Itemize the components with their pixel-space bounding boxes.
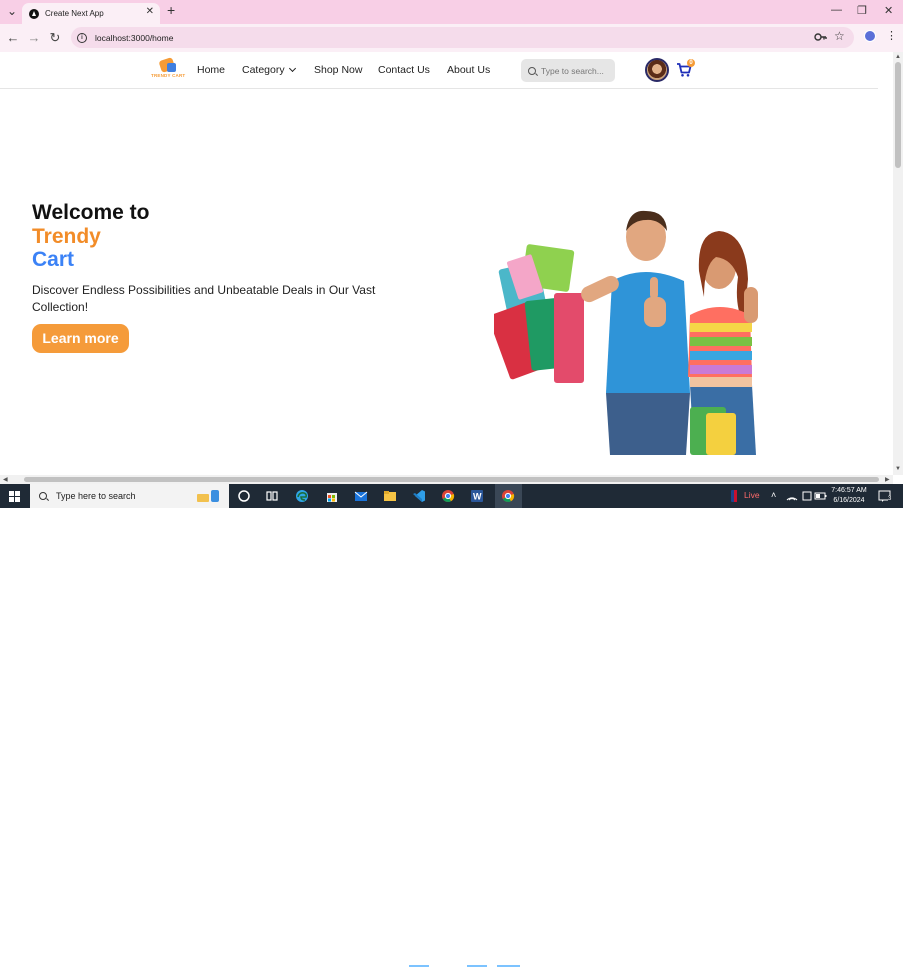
page-viewport: TRENDY CART Home Category Shop Now Conta… xyxy=(0,52,893,475)
tab-search-icon[interactable]: ⌄ xyxy=(7,4,17,18)
hero-title-line1: Welcome to xyxy=(32,201,150,224)
scroll-up-arrow-icon[interactable]: ▲ xyxy=(895,54,901,60)
word-icon[interactable]: W xyxy=(470,489,484,503)
cortana-icon[interactable] xyxy=(237,489,251,503)
chrome-active-icon[interactable] xyxy=(501,489,515,503)
nav-shop-now[interactable]: Shop Now xyxy=(314,64,362,76)
file-explorer-icon[interactable] xyxy=(383,489,397,503)
url-text: localhost:3000/home xyxy=(95,32,174,43)
site-search xyxy=(521,59,615,82)
taskbar-search[interactable]: Type here to search xyxy=(30,484,229,508)
chevron-up-icon[interactable]: ˄ xyxy=(771,490,776,500)
browser-toolbar: ← → ↻ i localhost:3000/home ☆ xyxy=(0,24,903,52)
scroll-right-arrow-icon[interactable]: ▶ xyxy=(885,476,890,483)
bookmark-star-icon[interactable]: ☆ xyxy=(834,29,845,43)
hero-subtitle: Discover Endless Possibilities and Unbea… xyxy=(32,283,376,314)
search-input[interactable] xyxy=(541,65,613,76)
browser-tab[interactable]: Create Next App ✕ xyxy=(22,3,160,24)
notification-count: 3 xyxy=(888,496,892,502)
network-icon[interactable] xyxy=(785,489,799,503)
cart-count-badge: 0 xyxy=(687,59,695,67)
logo-bag-icon xyxy=(167,63,176,72)
search-highlight-icon xyxy=(197,490,219,502)
forward-icon[interactable]: → xyxy=(26,30,42,45)
restore-icon[interactable]: ❐ xyxy=(857,4,867,17)
tab-title: Create Next App xyxy=(45,9,104,18)
scroll-down-arrow-icon[interactable]: ▼ xyxy=(895,466,901,472)
hero-title-line2: Trendy xyxy=(32,224,101,248)
site-info-icon[interactable]: i xyxy=(77,32,87,43)
windows-taskbar: Type here to search W Live ˄ 7:46:57 AM … xyxy=(0,484,903,967)
logo-text: TRENDY CART xyxy=(151,73,186,78)
user-avatar[interactable] xyxy=(645,58,669,82)
new-tab-button[interactable]: + xyxy=(167,2,175,18)
edge-icon[interactable] xyxy=(295,489,309,503)
back-icon[interactable]: ← xyxy=(5,30,21,45)
nav-home[interactable]: Home xyxy=(197,64,225,76)
nextjs-favicon-icon xyxy=(29,8,39,19)
storage-icon[interactable] xyxy=(800,489,814,503)
microsoft-store-icon[interactable] xyxy=(325,489,339,503)
window-close-icon[interactable]: ✕ xyxy=(884,4,893,17)
taskbar-search-placeholder: Type here to search xyxy=(56,491,136,501)
chrome-icon[interactable] xyxy=(441,489,455,503)
browser-menu-icon[interactable]: ⋮ xyxy=(886,29,897,42)
clock-date: 6/16/2024 xyxy=(833,497,865,504)
profile-avatar-icon[interactable] xyxy=(864,30,876,42)
hero-shoppers-image xyxy=(494,210,758,455)
tab-close-icon[interactable]: ✕ xyxy=(146,6,154,17)
site-navbar: TRENDY CART Home Category Shop Now Conta… xyxy=(0,52,878,89)
address-bar[interactable]: i localhost:3000/home xyxy=(71,27,854,48)
scroll-left-arrow-icon[interactable]: ◀ xyxy=(3,476,8,483)
learn-more-button[interactable]: Learn more xyxy=(32,324,129,353)
password-key-icon[interactable] xyxy=(814,32,827,42)
hero-title: Welcome to Trendy Cart xyxy=(32,201,149,272)
nav-contact-us[interactable]: Contact Us xyxy=(378,64,430,76)
reload-icon[interactable]: ↻ xyxy=(47,30,63,46)
svg-text:W: W xyxy=(473,492,482,502)
chevron-down-icon xyxy=(288,64,296,73)
task-view-icon[interactable] xyxy=(265,489,279,503)
search-icon xyxy=(528,66,536,75)
trendy-cart-logo[interactable]: TRENDY CART xyxy=(151,57,186,83)
clock-time: 7:46:57 AM xyxy=(831,487,867,494)
nav-about-us[interactable]: About Us xyxy=(447,64,490,76)
live-label[interactable]: Live xyxy=(744,490,760,500)
nav-category[interactable]: Category xyxy=(242,64,296,76)
search-icon xyxy=(39,492,47,500)
hero-title-line3: Cart xyxy=(32,248,75,271)
vertical-scrollbar-thumb[interactable] xyxy=(895,62,901,168)
battery-icon[interactable] xyxy=(814,489,828,503)
minimize-icon[interactable]: — xyxy=(831,4,842,16)
horizontal-scrollbar-thumb[interactable] xyxy=(24,477,879,482)
nav-category-label: Category xyxy=(242,64,285,76)
system-clock[interactable]: 7:46:57 AM 6/16/2024 xyxy=(828,486,870,506)
vscode-icon[interactable] xyxy=(412,489,426,503)
browser-tab-strip: ⌄ Create Next App ✕ + — ❐ ✕ xyxy=(0,0,903,24)
nba-icon[interactable] xyxy=(727,489,741,503)
windows-start-icon[interactable] xyxy=(9,491,20,502)
mail-icon[interactable] xyxy=(354,489,368,503)
